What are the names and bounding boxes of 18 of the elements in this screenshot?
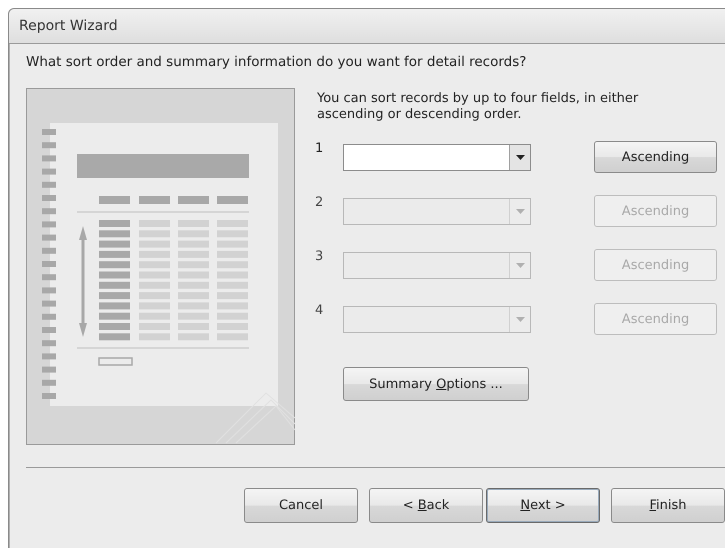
- sort-number: 4: [315, 303, 324, 318]
- wizard-button[interactable]: < Back: [369, 488, 483, 523]
- wizard-button[interactable]: Next >: [486, 488, 600, 523]
- dropdown-caret-icon: [516, 208, 524, 214]
- summary-options-button[interactable]: Summary Options ...: [343, 367, 529, 401]
- window-title: Report Wizard: [19, 18, 118, 34]
- sort-number: 1: [315, 141, 324, 156]
- sort-number: 3: [315, 249, 324, 264]
- wizard-button[interactable]: Cancel: [244, 488, 358, 523]
- question-text: What sort order and summary information do you want for detail records?: [26, 54, 528, 70]
- sort-field-dropdown[interactable]: [343, 144, 531, 170]
- dropdown-caret-icon: [516, 316, 524, 322]
- instruction-text: You can sort records by up to four fields, in either ascending or descending order.: [317, 91, 640, 123]
- sort-number: 2: [315, 195, 324, 210]
- wizard-button[interactable]: Finish: [611, 488, 725, 523]
- dropdown-caret-icon: [516, 154, 524, 160]
- sort-order-button[interactable]: Ascending: [594, 141, 717, 173]
- dropdown-caret-icon: [516, 262, 524, 268]
